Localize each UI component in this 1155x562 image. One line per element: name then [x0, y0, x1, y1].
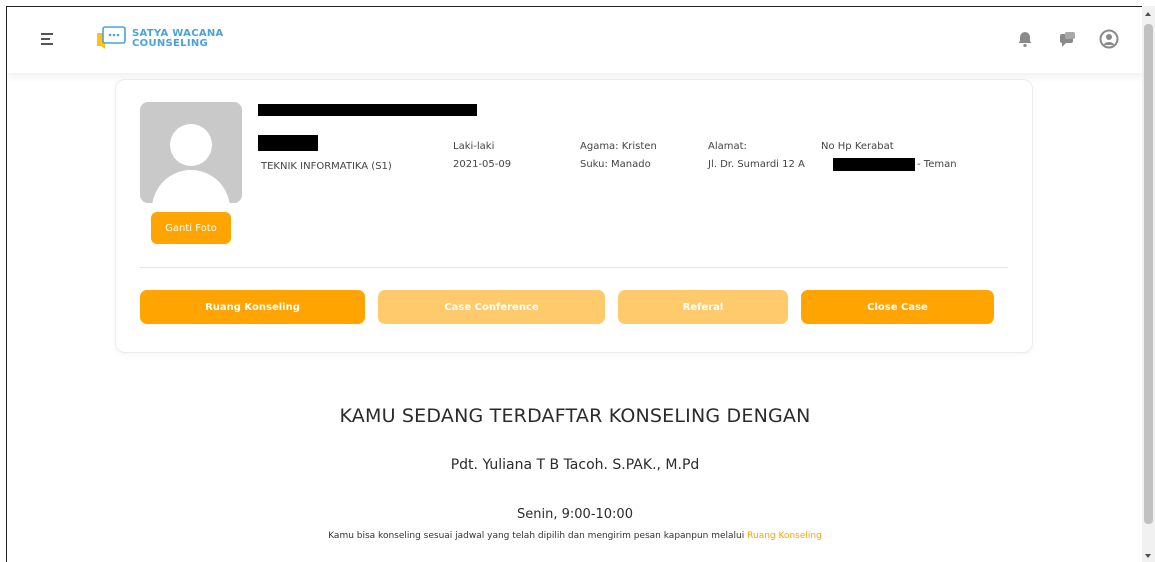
avatar-body-shape — [152, 170, 230, 203]
top-navbar: SATYA WACANA COUNSELING — [7, 7, 1142, 73]
avatar-head-shape — [170, 124, 212, 166]
referal-button[interactable]: Referal — [618, 290, 788, 324]
chat-bubble-logo-icon — [95, 25, 127, 53]
redacted-relative-phone — [833, 158, 915, 171]
close-case-button[interactable]: Close Case — [801, 290, 994, 324]
app-logo[interactable]: SATYA WACANA COUNSELING — [95, 25, 224, 53]
menu-icon[interactable] — [41, 33, 55, 45]
scroll-down-arrow-icon[interactable] — [1145, 554, 1151, 558]
redacted-student-name — [258, 104, 477, 116]
address: Jl. Dr. Sumardi 12 A — [708, 159, 805, 170]
chat-icon[interactable] — [1057, 29, 1077, 49]
bell-icon[interactable] — [1015, 29, 1035, 49]
ruang-konseling-button[interactable]: Ruang Konseling — [140, 290, 365, 324]
ruang-konseling-link[interactable]: Ruang Konseling — [747, 531, 822, 541]
relative-relation: - Teman — [917, 159, 957, 170]
vertical-scrollbar[interactable] — [1142, 6, 1155, 562]
logo-line-2: COUNSELING — [132, 38, 209, 49]
redacted-student-id — [258, 135, 318, 151]
counseling-schedule: Senin, 9:00-10:00 — [517, 507, 633, 522]
student-profile-card: Ganti Foto TEKNIK INFORMATIKA (S1) Laki-… — [115, 79, 1033, 353]
card-divider — [140, 267, 1008, 268]
header-actions — [1015, 29, 1119, 49]
relative-phone-label: No Hp Kerabat — [821, 141, 894, 152]
note-text: Kamu bisa konseling sesuai jadwal yang t… — [328, 531, 745, 541]
counseling-note: Kamu bisa konseling sesuai jadwal yang t… — [7, 531, 1142, 541]
user-icon[interactable] — [1099, 29, 1119, 49]
registration-date: 2021-05-09 — [453, 159, 512, 170]
change-photo-button[interactable]: Ganti Foto — [151, 212, 231, 244]
gender: Laki-laki — [453, 141, 495, 152]
registration-heading: KAMU SEDANG TERDAFTAR KONSELING DENGAN — [339, 405, 811, 427]
address-label: Alamat: — [708, 141, 747, 152]
scrollbar-thumb[interactable] — [1144, 24, 1153, 524]
browser-viewport: SATYA WACANA COUNSELING Ganti Foto TEKNI… — [6, 6, 1142, 562]
study-program: TEKNIK INFORMATIKA (S1) — [261, 161, 392, 172]
ethnicity: Suku: Manado — [580, 159, 651, 170]
religion: Agama: Kristen — [580, 141, 657, 152]
counselor-name: Pdt. Yuliana T B Tacoh. S.PAK., M.Pd — [450, 457, 700, 473]
profile-photo — [140, 102, 242, 203]
case-conference-button[interactable]: Case Conference — [378, 290, 605, 324]
scroll-up-arrow-icon[interactable] — [1145, 12, 1151, 16]
